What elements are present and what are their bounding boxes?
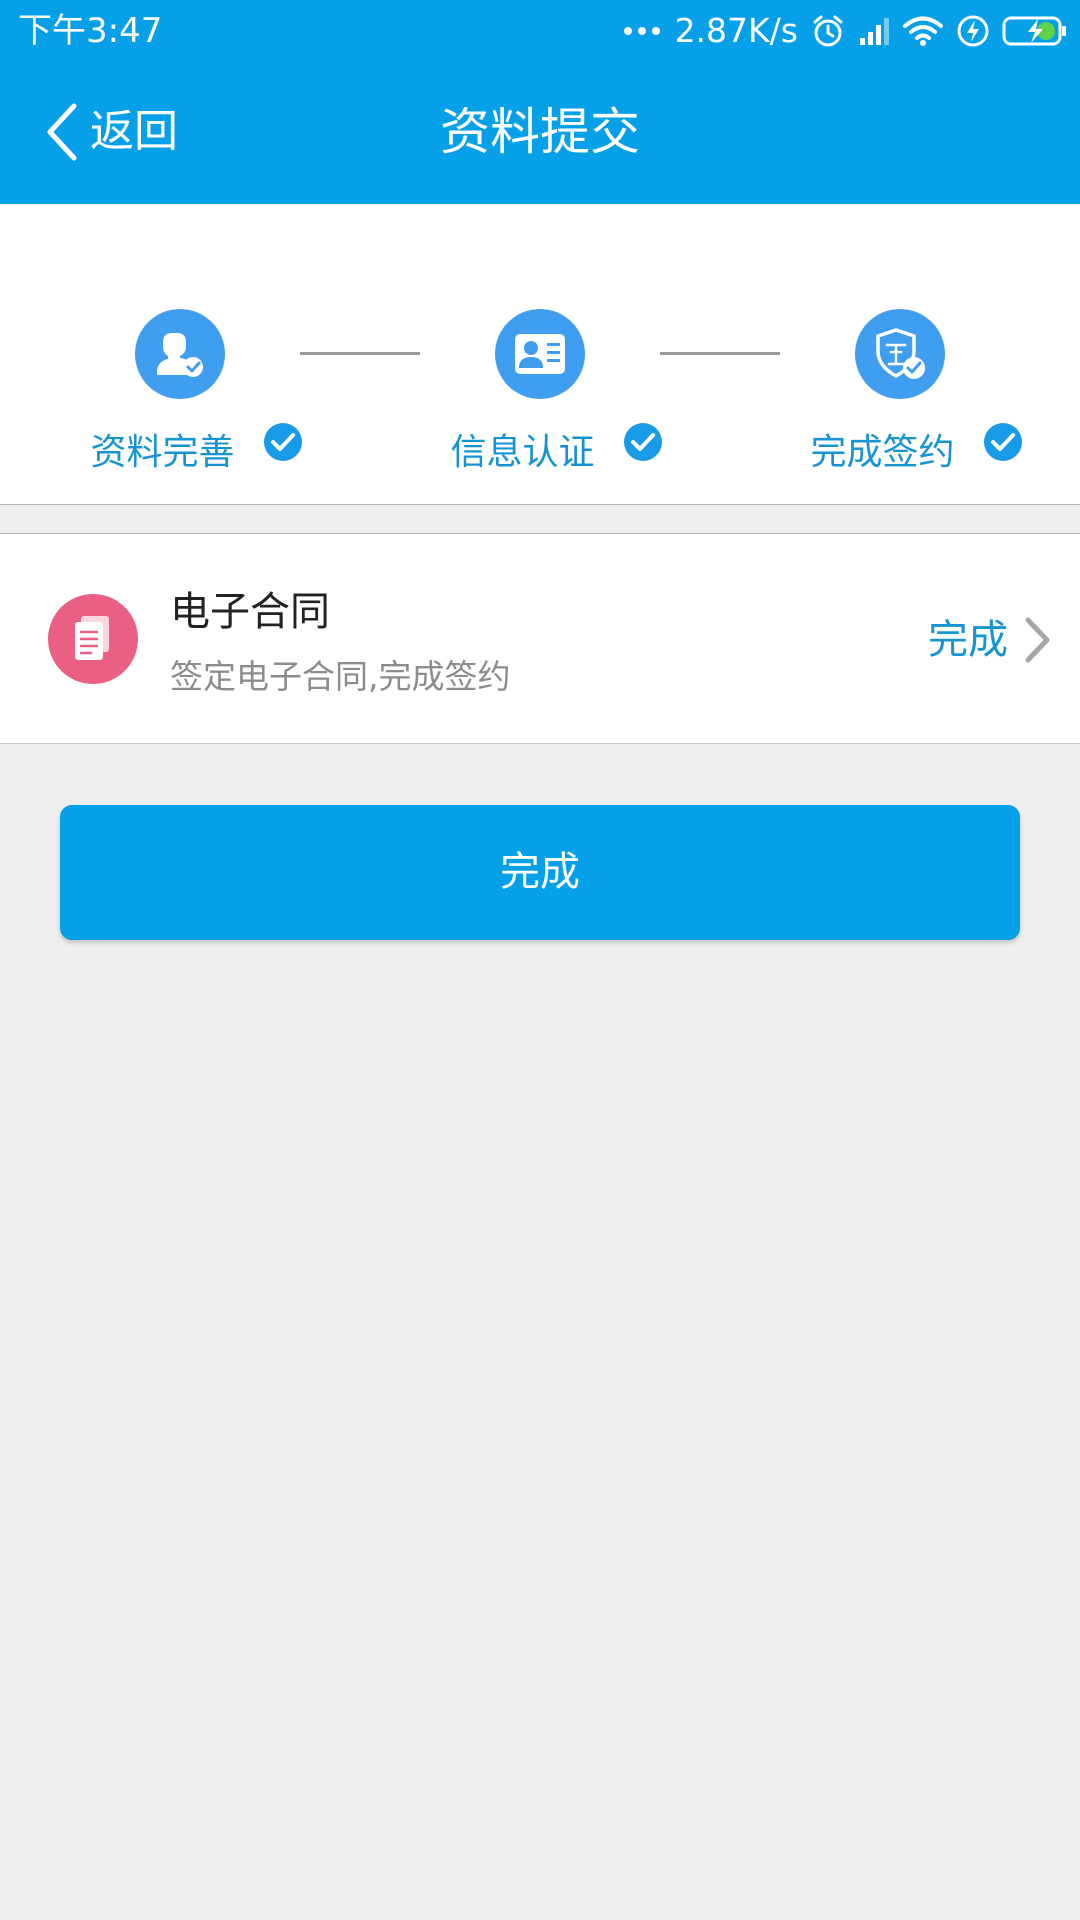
step-circle <box>495 309 585 399</box>
step-label: 信息认证 <box>450 432 595 473</box>
step-circle <box>855 309 945 399</box>
step-verification: 信息认证 <box>420 204 662 504</box>
status-bar: 下午3:47 2.87K/s <box>0 0 1080 62</box>
step-label: 资料完善 <box>90 432 235 473</box>
check-badge-icon <box>624 423 662 461</box>
contract-title: 电子合同 <box>170 589 330 635</box>
more-dots-icon <box>621 27 663 35</box>
step-label: 完成签约 <box>810 432 955 473</box>
chevron-left-icon <box>47 103 77 161</box>
document-icon <box>48 594 138 684</box>
back-label: 返回 <box>90 106 178 157</box>
section-divider <box>0 504 1080 534</box>
step-label-group: 信息认证 <box>420 422 662 478</box>
check-badge-icon <box>264 423 302 461</box>
alarm-icon <box>813 15 843 47</box>
contract-description: 签定电子合同,完成签约 <box>170 657 511 696</box>
chevron-right-icon <box>1025 617 1050 663</box>
step-connector <box>660 352 780 355</box>
status-icons: 2.87K/s <box>609 8 1068 54</box>
flash-icon <box>957 15 989 47</box>
certified-shield-icon <box>876 328 925 379</box>
back-button[interactable]: 返回 <box>44 96 178 168</box>
step-label-group: 资料完善 <box>60 422 302 478</box>
user-check-icon <box>157 333 203 377</box>
step-label-group: 完成签约 <box>780 422 1022 478</box>
e-contract-row[interactable]: 电子合同 签定电子合同,完成签约 完成 <box>0 534 1080 744</box>
check-badge-icon <box>984 423 1022 461</box>
step-profile: 资料完善 <box>60 204 302 504</box>
wifi-icon <box>903 16 943 46</box>
step-signing: 完成签约 <box>780 204 1022 504</box>
step-connector <box>300 352 420 355</box>
id-card-icon <box>515 334 565 374</box>
step-circle <box>135 309 225 399</box>
signal-icon <box>860 18 889 45</box>
battery-charging-icon <box>1002 16 1066 46</box>
app-header: 下午3:47 2.87K/s 返回 资料提交 <box>0 0 1080 204</box>
contract-status: 完成 <box>928 617 1008 663</box>
network-speed: 2.87K/s <box>674 11 798 50</box>
step-indicator: 资料完善 信息认证 完成签约 <box>0 204 1080 504</box>
finish-button[interactable]: 完成 <box>60 805 1020 940</box>
status-time: 下午3:47 <box>18 11 163 51</box>
